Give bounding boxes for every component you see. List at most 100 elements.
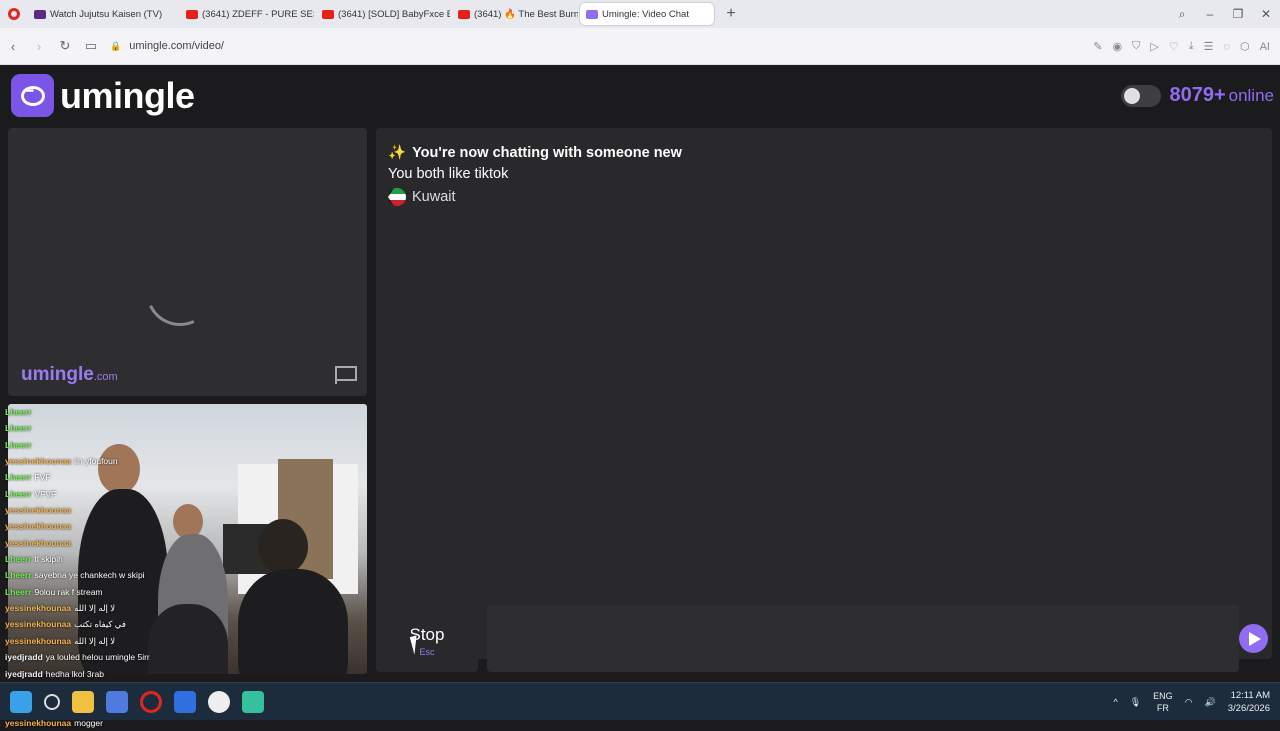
send-button[interactable]	[1239, 624, 1268, 653]
heart-icon[interactable]: ♡	[1169, 40, 1179, 53]
browser-tab[interactable]: Watch Jujutsu Kaisen (TV)	[28, 3, 178, 25]
stream-chat-text: VFVF	[34, 488, 57, 499]
forward-icon[interactable]: ›	[26, 39, 52, 54]
browser-tab-title: (3641) [SOLD] BabyFxce E	[338, 8, 450, 20]
stop-label: Stop	[409, 625, 445, 644]
stream-chat-text: في كيفاه تكتب	[74, 619, 126, 630]
stream-chat-message: yessinekhounaa لا إله إلا الله	[5, 633, 365, 649]
stream-chat-message: Lheerr FVF	[5, 469, 365, 485]
watermark-brand: umingle	[21, 364, 94, 385]
stream-chat-username: yessinekhounaa	[5, 521, 72, 532]
discord-icon[interactable]	[242, 691, 264, 713]
volume-icon[interactable]: 🔊	[1205, 697, 1216, 708]
edit-icon[interactable]: ✎	[1093, 40, 1102, 53]
opera-menu-icon[interactable]	[0, 0, 28, 28]
menu-icon[interactable]: ☰	[1204, 40, 1214, 53]
watermark-suffix: .com	[93, 371, 118, 383]
screen-share-icon[interactable]: ▭	[78, 38, 104, 54]
stream-chat-message: yessinekhounaa	[5, 535, 365, 551]
app-icon[interactable]	[174, 691, 196, 713]
stream-chat-text: hedha lkol 3rab	[45, 668, 104, 679]
shield-icon[interactable]: ⛉	[1132, 40, 1140, 53]
store-icon[interactable]	[106, 691, 128, 713]
reload-icon[interactable]: ↻	[52, 38, 78, 54]
stream-chat-username: iyedjradd	[5, 652, 43, 663]
stream-chat-username: yessinekhounaa	[5, 635, 72, 646]
profile-icon[interactable]: ◌	[1223, 41, 1230, 53]
system-clock[interactable]: 12:11 AM 3/26/2026	[1228, 689, 1270, 715]
back-icon[interactable]: ‹	[0, 39, 26, 54]
stream-chat-username: Lheerr	[5, 554, 32, 565]
browser-tab[interactable]: Umingle: Video Chat	[580, 3, 714, 25]
chat-system-text: You're now chatting with someone new	[412, 145, 682, 161]
stream-chat-message: iyedjradd ya louled helou umingle 5irr	[5, 649, 365, 665]
youtube-icon	[322, 9, 334, 19]
umingle-tab-icon	[586, 9, 598, 19]
stop-shortcut-hint: Esc	[419, 647, 435, 657]
download-icon[interactable]: ⤓	[1189, 40, 1194, 53]
wifi-icon[interactable]: ◠	[1185, 697, 1193, 708]
extensions-icon[interactable]: ⬡	[1240, 40, 1250, 53]
system-tray: ^ 🎙 ENG FR ◠ 🔊 12:11 AM 3/26/2026	[1113, 683, 1270, 721]
stream-chat-message: Lheerr	[5, 420, 365, 436]
stream-chat-text: ya louled helou umingle 5irr	[45, 652, 150, 663]
stream-chat-message: Lheerr 9olou rak f stream	[5, 584, 365, 600]
language-indicator[interactable]: ENG FR	[1153, 690, 1173, 714]
stranger-video: umingle.com	[8, 128, 367, 396]
browser-tab-title: (3641) 🔥 The Best Burnin	[474, 8, 578, 20]
microphone-icon[interactable]: 🎙	[1130, 697, 1141, 708]
message-input[interactable]	[487, 605, 1239, 672]
opera-icon[interactable]	[140, 691, 162, 713]
close-window-button[interactable]: ✕	[1252, 7, 1280, 21]
sparkles-icon: ✨	[388, 145, 407, 161]
browser-tab[interactable]: (3641) ZDEFF - PURE SESSI	[180, 3, 314, 25]
stream-chat-message: yessinekhounaa في كيفاه تكتب	[5, 616, 365, 632]
tray-chevron-icon[interactable]: ^	[1113, 697, 1117, 707]
stop-button[interactable]: Stop Esc	[376, 605, 478, 672]
browser-tab[interactable]: (3641) 🔥 The Best Burnin	[452, 3, 578, 25]
windows-start-icon[interactable]	[10, 691, 32, 713]
stream-chat-message: Lheerr	[5, 404, 365, 420]
stream-chat-message: yessinekhounaa	[5, 518, 365, 534]
stream-chat-text: لا إله إلا الله	[74, 635, 116, 646]
restore-button[interactable]: ❐	[1224, 7, 1252, 21]
new-tab-button[interactable]: +	[722, 5, 740, 23]
file-explorer-icon[interactable]	[72, 691, 94, 713]
common-interest-message: You both like tiktok	[388, 166, 509, 182]
search-tabs-icon[interactable]: ⌕	[1168, 7, 1196, 22]
browser-tab-title: (3641) ZDEFF - PURE SESSI	[202, 8, 314, 20]
theme-toggle[interactable]	[1121, 84, 1162, 107]
stream-chat-text: لا إله إلا الله	[74, 603, 116, 614]
camera-icon[interactable]: ◉	[1112, 40, 1122, 53]
search-icon[interactable]	[44, 694, 60, 710]
player-icon[interactable]: ▷	[1150, 40, 1158, 53]
stream-chat-text: FVF	[34, 472, 51, 483]
report-flag-icon[interactable]	[335, 366, 357, 384]
stream-chat-text: sayebna ye chankech w skipi	[34, 570, 145, 581]
clock-app-icon[interactable]	[208, 691, 230, 713]
stream-chat-message: Lheerr VFVF	[5, 486, 365, 502]
stream-chat-username: yessinekhounaa	[5, 456, 72, 467]
youtube-icon	[186, 9, 198, 19]
watermark: umingle.com	[21, 364, 118, 386]
chat-bubble-icon	[11, 74, 54, 117]
stream-chat-username: Lheerr	[5, 570, 32, 581]
minimize-button[interactable]: –	[1196, 7, 1224, 21]
kuwait-flag-icon	[388, 188, 406, 206]
youtube-icon	[458, 9, 470, 19]
stream-chat-username: Lheerr	[5, 407, 32, 417]
stream-chat-username: yessinekhounaa	[5, 603, 72, 614]
stream-chat-username: yessinekhounaa	[5, 619, 72, 630]
stream-chat-text: tl skipih	[34, 554, 63, 565]
url-field[interactable]: 🔒 umingle.com/video/	[110, 40, 224, 52]
taskbar-apps	[10, 683, 264, 721]
ai-button[interactable]: AI	[1260, 41, 1270, 53]
browser-tab[interactable]: (3641) [SOLD] BabyFxce E	[316, 3, 450, 25]
umingle-logo[interactable]: umingle	[11, 74, 195, 117]
country-name: Kuwait	[412, 189, 456, 205]
browser-tab-title: Watch Jujutsu Kaisen (TV)	[50, 8, 163, 20]
stream-chat-message: Lheerr	[5, 437, 365, 453]
clock-time: 12:11 AM	[1230, 690, 1270, 701]
browser-tab-bar: Watch Jujutsu Kaisen (TV) (3641) ZDEFF - …	[0, 0, 1280, 28]
stream-chat-username: Lheerr	[5, 586, 32, 597]
